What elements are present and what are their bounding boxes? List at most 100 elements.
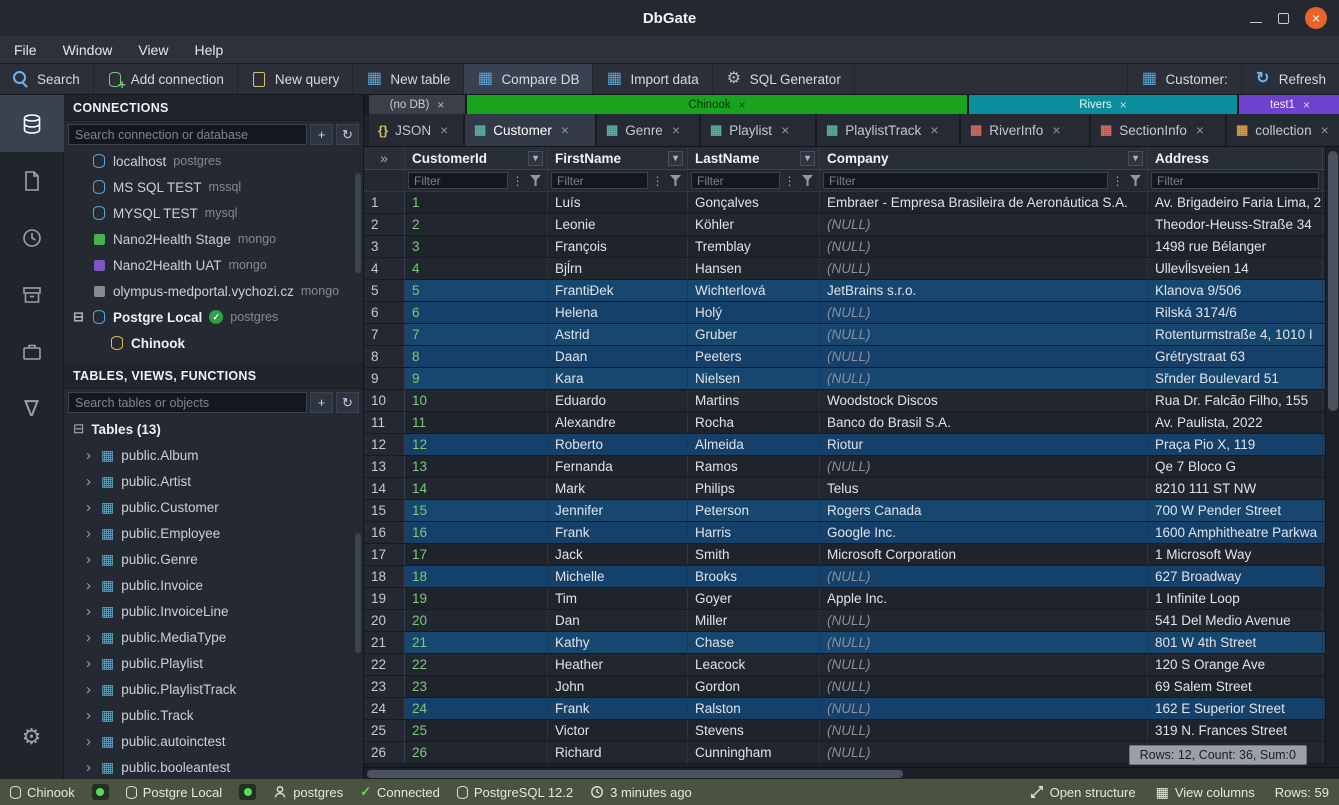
row-number[interactable]: 14 xyxy=(364,478,405,499)
toolbar-button[interactable]: Customer: xyxy=(1127,64,1240,94)
collapse-icon[interactable]: ⊟ xyxy=(73,421,84,437)
cell-customerid[interactable]: 3 xyxy=(405,236,548,257)
minimize-button[interactable] xyxy=(1250,22,1262,23)
cell-firstname[interactable]: Victor xyxy=(548,720,688,741)
menu-window[interactable]: Window xyxy=(63,42,113,58)
table-row[interactable]: 25 25 Victor Stevens (NULL) 319 N. Franc… xyxy=(364,720,1325,742)
filter-input-customerid[interactable] xyxy=(408,172,508,189)
status-connection[interactable]: Postgre Local xyxy=(126,785,223,800)
table-row[interactable]: 18 18 Michelle Brooks (NULL) 627 Broadwa… xyxy=(364,566,1325,588)
chevron-right-icon[interactable]: › xyxy=(86,655,94,672)
chevron-right-icon[interactable]: › xyxy=(86,603,94,620)
cell-firstname[interactable]: John xyxy=(548,676,688,697)
filter-input-company[interactable] xyxy=(823,172,1108,189)
connection-item[interactable]: ⊟ Postgre Local ✓ postgres xyxy=(64,304,363,330)
cell-address[interactable]: 700 W Pender Street xyxy=(1148,500,1323,521)
cell-firstname[interactable]: Daan xyxy=(548,346,688,367)
cell-lastname[interactable]: Gordon xyxy=(688,676,820,697)
funnel-icon[interactable] xyxy=(670,175,681,186)
cell-address[interactable]: Praça Pio X, 119 xyxy=(1148,434,1323,455)
cell-firstname[interactable]: Michelle xyxy=(548,566,688,587)
cell-address[interactable]: Klanova 9/506 xyxy=(1148,280,1323,301)
row-number[interactable]: 13 xyxy=(364,456,405,477)
table-tree-item[interactable]: › public.Invoice xyxy=(64,572,363,598)
table-tree-item[interactable]: › public.Artist xyxy=(64,468,363,494)
expand-all-button[interactable]: » xyxy=(364,147,405,169)
cell-company[interactable]: JetBrains s.r.o. xyxy=(820,280,1148,301)
rail-settings-icon[interactable]: ⚙ xyxy=(0,708,64,765)
cell-address[interactable]: Av. Brigadeiro Faria Lima, 2 xyxy=(1148,192,1323,213)
table-row[interactable]: 8 8 Daan Peeters (NULL) Grétrystraat 63 xyxy=(364,346,1325,368)
cell-address[interactable]: Theodor-Heuss-Straße 34 xyxy=(1148,214,1323,235)
close-icon[interactable]: × xyxy=(739,98,746,112)
cell-customerid[interactable]: 10 xyxy=(405,390,548,411)
cell-company[interactable]: (NULL) xyxy=(820,654,1148,675)
column-dropdown-icon[interactable]: ▾ xyxy=(528,151,543,166)
cell-lastname[interactable]: Smith xyxy=(688,544,820,565)
table-row[interactable]: 12 12 Roberto Almeida Riotur Praça Pio X… xyxy=(364,434,1325,456)
funnel-icon[interactable] xyxy=(1130,175,1141,186)
cell-lastname[interactable]: Miller xyxy=(688,610,820,631)
cell-customerid[interactable]: 4 xyxy=(405,258,548,279)
tab-close-icon[interactable]: × xyxy=(1196,122,1204,138)
file-tab[interactable]: ▦ PlaylistTrack × xyxy=(817,114,961,146)
vertical-scrollbar[interactable] xyxy=(1325,147,1339,767)
cell-customerid[interactable]: 2 xyxy=(405,214,548,235)
chevron-right-icon[interactable]: › xyxy=(86,629,94,646)
cell-company[interactable]: (NULL) xyxy=(820,610,1148,631)
row-number[interactable]: 8 xyxy=(364,346,405,367)
table-row[interactable]: 24 24 Frank Ralston (NULL) 162 E Superio… xyxy=(364,698,1325,720)
table-tree-item[interactable]: › public.Track xyxy=(64,702,363,728)
table-tree-item[interactable]: › public.Employee xyxy=(64,520,363,546)
vertical-scrollbar-thumb[interactable] xyxy=(1328,151,1338,411)
column-header-firstname[interactable]: FirstName ▾ xyxy=(548,147,688,169)
rail-files-icon[interactable] xyxy=(0,152,64,209)
table-row[interactable]: 9 9 Kara Nielsen (NULL) Sřnder Boulevard… xyxy=(364,368,1325,390)
row-number[interactable]: 18 xyxy=(364,566,405,587)
cell-firstname[interactable]: Eduardo xyxy=(548,390,688,411)
connection-item[interactable]: Nano2Health UAT mongo xyxy=(64,252,363,278)
cell-lastname[interactable]: Almeida xyxy=(688,434,820,455)
row-number[interactable]: 23 xyxy=(364,676,405,697)
table-row[interactable]: 20 20 Dan Miller (NULL) 541 Del Medio Av… xyxy=(364,610,1325,632)
chevron-right-icon[interactable]: › xyxy=(86,473,94,490)
database-group-tab[interactable]: (no DB) × xyxy=(369,95,465,114)
cell-customerid[interactable]: 8 xyxy=(405,346,548,367)
cell-lastname[interactable]: Martins xyxy=(688,390,820,411)
row-number[interactable]: 21 xyxy=(364,632,405,653)
refresh-connections-button[interactable]: ↻ xyxy=(336,124,359,145)
row-number[interactable]: 22 xyxy=(364,654,405,675)
table-row[interactable]: 19 19 Tim Goyer Apple Inc. 1 Infinite Lo… xyxy=(364,588,1325,610)
funnel-icon[interactable] xyxy=(530,175,541,186)
chevron-right-icon[interactable]: › xyxy=(86,577,94,594)
tables-search-input[interactable] xyxy=(68,392,307,413)
cell-firstname[interactable]: Luís xyxy=(548,192,688,213)
cell-customerid[interactable]: 1 xyxy=(405,192,548,213)
cell-address[interactable]: Rotenturmstraße 4, 1010 I xyxy=(1148,324,1323,345)
rail-history-icon[interactable] xyxy=(0,209,64,266)
tab-close-icon[interactable]: × xyxy=(440,122,448,138)
tables-group-row[interactable]: ⊟ Tables (13) xyxy=(64,416,363,442)
cell-lastname[interactable]: Philips xyxy=(688,478,820,499)
tab-close-icon[interactable]: × xyxy=(561,122,569,138)
connection-item[interactable]: localhost postgres xyxy=(64,148,363,174)
table-row[interactable]: 4 4 Bjĺrn Hansen (NULL) Ullevĺlsveien 14 xyxy=(364,258,1325,280)
table-row[interactable]: 1 1 Luís Gonçalves Embraer - Empresa Bra… xyxy=(364,192,1325,214)
cell-lastname[interactable]: Wichterlová xyxy=(688,280,820,301)
cell-firstname[interactable]: Kara xyxy=(548,368,688,389)
filter-menu-icon[interactable]: ⋮ xyxy=(650,174,665,188)
cell-company[interactable]: (NULL) xyxy=(820,214,1148,235)
cell-address[interactable]: 627 Broadway xyxy=(1148,566,1323,587)
filter-menu-icon[interactable]: ⋮ xyxy=(1110,174,1125,188)
row-number[interactable]: 5 xyxy=(364,280,405,301)
cell-customerid[interactable]: 18 xyxy=(405,566,548,587)
row-number[interactable]: 9 xyxy=(364,368,405,389)
filter-menu-icon[interactable]: ⋮ xyxy=(510,174,525,188)
file-tab[interactable]: ▦ Playlist × xyxy=(701,114,817,146)
column-dropdown-icon[interactable]: ▾ xyxy=(800,151,815,166)
connections-scrollbar[interactable] xyxy=(355,173,361,273)
cell-lastname[interactable]: Harris xyxy=(688,522,820,543)
database-group-tab[interactable]: Chinook × xyxy=(467,95,967,114)
table-row[interactable]: 16 16 Frank Harris Google Inc. 1600 Amph… xyxy=(364,522,1325,544)
status-database[interactable]: Chinook xyxy=(10,785,75,800)
